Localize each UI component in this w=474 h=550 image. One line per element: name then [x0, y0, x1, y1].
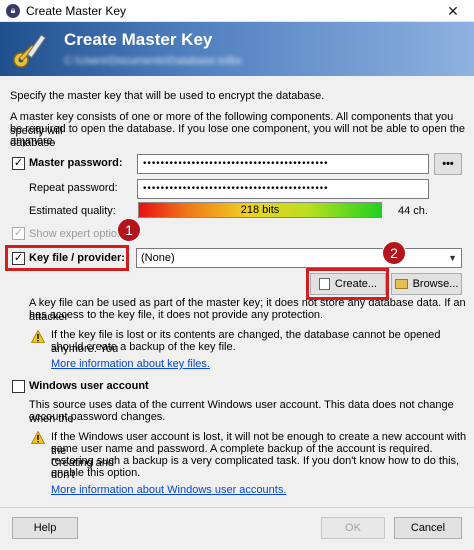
browse-button-label: Browse... — [412, 278, 459, 290]
folder-icon — [394, 279, 408, 289]
windows-account-warning-line4: enable this option. — [51, 467, 141, 479]
close-icon[interactable]: ✕ — [432, 0, 474, 22]
header-banner: Create Master Key C:\Users\Documents\Dat… — [0, 22, 474, 76]
show-password-button[interactable]: ••• — [434, 153, 462, 175]
footer-divider — [0, 507, 474, 508]
step-badge-1: 1 — [117, 218, 141, 242]
ok-button[interactable]: OK — [321, 517, 385, 539]
expert-options-label: Show expert options — [29, 228, 129, 240]
master-password-checkbox[interactable]: ✓ — [12, 157, 25, 170]
intro-paragraph-line3: anymore. — [10, 135, 56, 147]
cancel-button[interactable]: Cancel — [394, 517, 462, 539]
step-badge-2: 2 — [382, 241, 406, 265]
key-file-description-line2: has access to the key file, it does not … — [29, 309, 324, 321]
title-bar: 🔒︎ Create Master Key ✕ — [0, 0, 474, 22]
key-file-selected: (None) — [141, 252, 175, 264]
database-path: C:\Users\Documents\Database.kdbx — [64, 55, 242, 67]
key-file-provider-select[interactable]: (None) ▼ — [136, 248, 462, 268]
master-password-label: Master password: — [29, 157, 123, 169]
key-files-info-link[interactable]: More information about key files. — [51, 357, 210, 371]
browse-key-file-button[interactable]: Browse... — [391, 273, 462, 295]
key-file-highlight — [5, 245, 129, 271]
quality-bits: 218 bits — [240, 204, 280, 216]
windows-account-description-line2: account password changes. — [29, 411, 166, 423]
keepass-lock-icon: 🔒︎ — [6, 3, 20, 18]
window-title: Create Master Key — [26, 3, 127, 18]
master-password-input[interactable]: ••••••••••••••••••••••••••••••••••••••••… — [137, 154, 429, 174]
quality-progress-bar: 218 bits — [138, 202, 382, 218]
expert-options-checkbox[interactable]: ✓ — [12, 227, 25, 240]
repeat-password-input[interactable]: ••••••••••••••••••••••••••••••••••••••••… — [137, 179, 429, 199]
windows-account-label: Windows user account — [29, 380, 149, 392]
help-button[interactable]: Help — [12, 517, 78, 539]
banner-heading: Create Master Key — [64, 30, 213, 49]
create-button-highlight — [306, 268, 389, 300]
key-icon — [13, 34, 47, 68]
warning-icon — [31, 330, 45, 343]
estimated-quality-label: Estimated quality: — [29, 205, 116, 217]
windows-accounts-info-link[interactable]: More information about Windows user acco… — [51, 483, 286, 497]
intro-paragraph-line2: be required to open the database. If you… — [10, 123, 465, 149]
repeat-password-label: Repeat password: — [29, 182, 118, 194]
windows-account-checkbox[interactable] — [12, 380, 25, 393]
intro-line: Specify the master key that will be used… — [10, 90, 325, 102]
warning-icon — [31, 431, 45, 444]
quality-chars: 44 ch. — [398, 205, 428, 217]
key-file-warning-line2: should create a backup of the key file. — [51, 341, 236, 353]
chevron-down-icon: ▼ — [448, 253, 457, 263]
